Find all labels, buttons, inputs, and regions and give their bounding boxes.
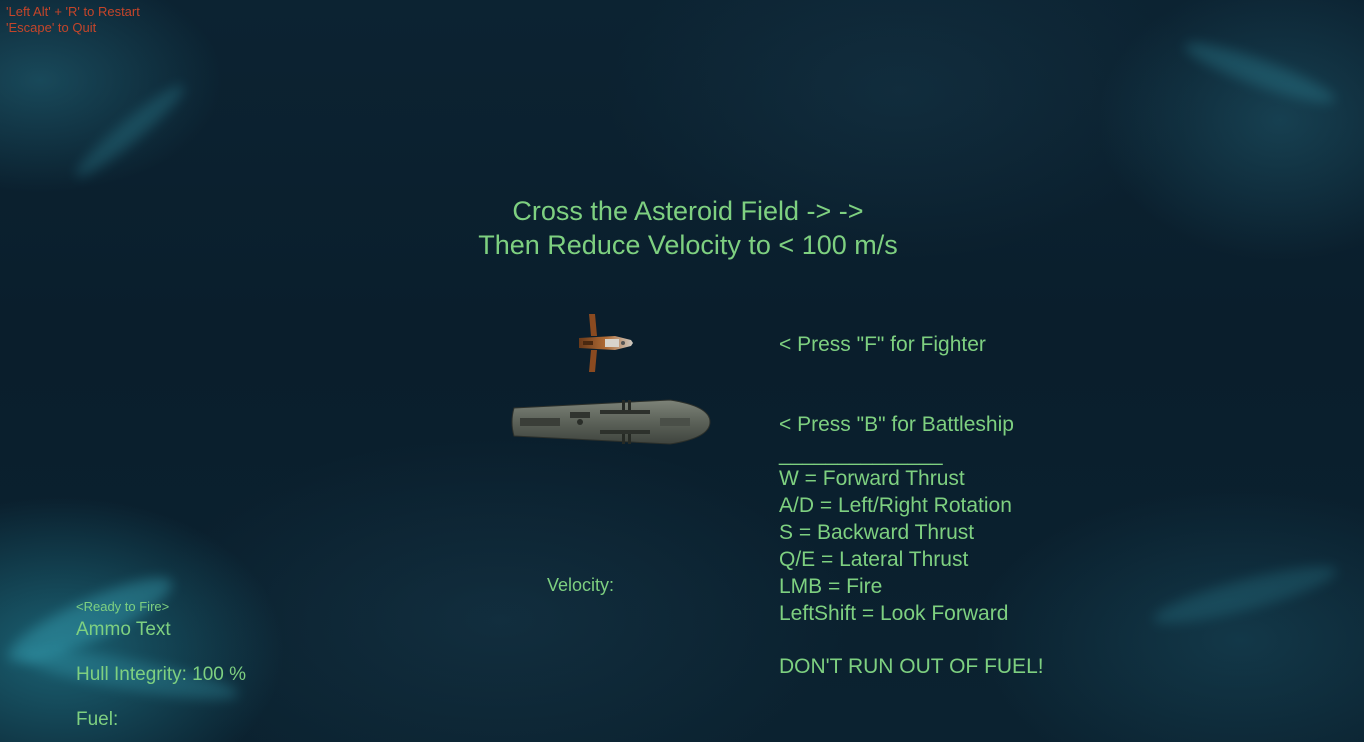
objective-line-2: Then Reduce Velocity to < 100 m/s — [478, 230, 898, 260]
fuel-readout: Fuel: — [76, 709, 119, 730]
hull-integrity-readout: Hull Integrity: 100 % — [76, 664, 247, 685]
weapon-status: <Ready to Fire> — [76, 599, 170, 614]
nebula-streak — [1149, 555, 1341, 635]
quit-hint: 'Escape' to Quit — [6, 20, 97, 35]
velocity-readout: Velocity: — [547, 575, 615, 595]
nebula-streak — [69, 77, 191, 185]
objective-line-1: Cross the Asteroid Field -> -> — [512, 196, 864, 226]
fighter-ship-icon[interactable] — [575, 312, 637, 379]
control-look-forward: LeftShift = Look Forward — [779, 602, 1009, 625]
ammo-readout: Ammo Text — [76, 619, 171, 640]
control-forward-thrust: W = Forward Thrust — [779, 467, 965, 490]
fuel-warning: DON'T RUN OUT OF FUEL! — [779, 655, 1044, 678]
controls-separator: ______________ — [779, 443, 943, 466]
control-lateral-thrust: Q/E = Lateral Thrust — [779, 548, 969, 571]
game-viewport: 'Left Alt' + 'R' to Restart 'Escape' to … — [0, 0, 1364, 742]
nebula-streak — [1180, 33, 1340, 113]
battleship-icon[interactable] — [510, 396, 712, 453]
battleship-select-label: < Press "B" for Battleship — [779, 413, 1014, 436]
restart-hint: 'Left Alt' + 'R' to Restart — [6, 4, 140, 19]
control-rotation: A/D = Left/Right Rotation — [779, 494, 1012, 517]
control-backward-thrust: S = Backward Thrust — [779, 521, 975, 544]
fighter-select-label: < Press "F" for Fighter — [779, 333, 986, 356]
control-fire: LMB = Fire — [779, 575, 883, 598]
